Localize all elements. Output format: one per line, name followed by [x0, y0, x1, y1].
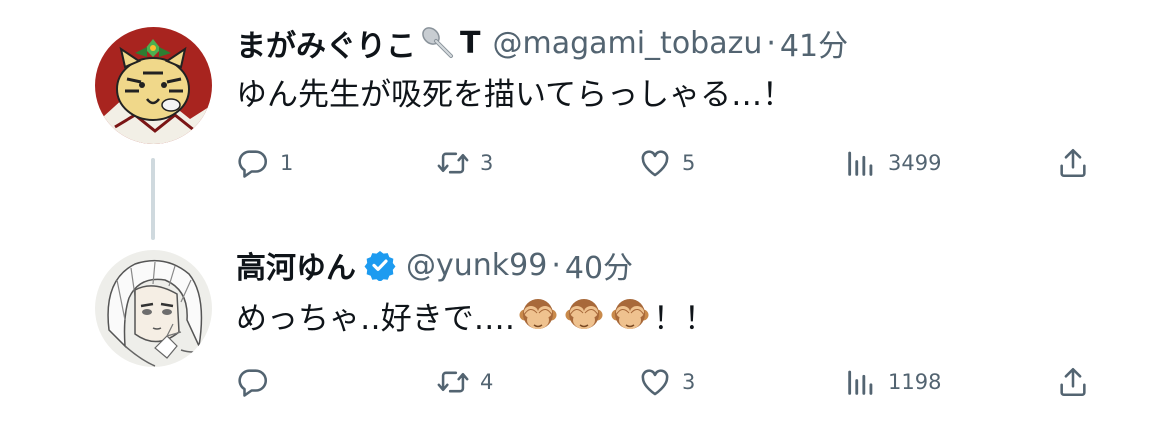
verified-badge-icon — [364, 251, 396, 281]
reply-count: 1 — [280, 151, 294, 175]
avatar[interactable] — [95, 250, 212, 367]
like-count: 3 — [682, 370, 696, 394]
separator-dot: · — [766, 25, 776, 61]
share-icon — [1060, 367, 1086, 397]
tweet-text-end: ！！ — [653, 301, 716, 337]
manga-character-avatar-image — [95, 250, 212, 367]
views-button[interactable]: 1198 — [844, 362, 941, 402]
bar-chart-icon — [848, 370, 873, 395]
see-no-evil-monkey-icon — [565, 299, 603, 329]
retweet-count: 4 — [480, 370, 494, 394]
heart-icon — [641, 369, 669, 396]
timestamp[interactable]: 40分 — [565, 243, 633, 287]
share-icon — [1060, 148, 1086, 178]
tweet-header: まがみぐりこ T @magami_tobazu · 41分 — [236, 21, 1127, 65]
tweet-action-bar: 1 3 5 3499 — [236, 143, 1091, 183]
retweet-count: 3 — [480, 151, 494, 175]
avatar[interactable] — [95, 27, 212, 144]
spoon-icon — [422, 27, 453, 58]
tweet-action-bar: 4 3 1198 — [236, 362, 1091, 402]
views-button[interactable]: 3499 — [844, 143, 941, 183]
like-count: 5 — [682, 151, 696, 175]
view-count: 3499 — [888, 151, 942, 175]
display-name-suffix: T — [460, 25, 481, 61]
reply-icon — [238, 369, 268, 397]
view-count: 1198 — [888, 370, 942, 394]
heart-icon — [641, 150, 669, 177]
user-handle[interactable]: @magami_tobazu — [492, 26, 762, 61]
reply-button[interactable]: 1 — [236, 143, 293, 183]
tweet-text-main: めっちゃ‥好きで‥‥ — [236, 301, 516, 337]
reply-button[interactable] — [236, 362, 280, 402]
tweet-text: めっちゃ‥好きで‥‥ ！！ — [236, 295, 1127, 341]
share-button[interactable] — [1056, 362, 1090, 402]
retweet-button[interactable]: 3 — [436, 143, 493, 183]
share-button[interactable] — [1056, 143, 1090, 183]
see-no-evil-monkey-icon — [611, 299, 649, 329]
display-name[interactable]: 高河ゆん — [236, 243, 356, 287]
thread-connector-line — [151, 158, 155, 240]
tweet-text: ゆん先生が吸死を描いてらっしゃる…！ — [236, 77, 794, 113]
user-handle[interactable]: @yunk99 — [406, 248, 547, 283]
retweet-button[interactable]: 4 — [436, 362, 493, 402]
see-no-evil-monkey-icon — [519, 299, 557, 329]
retweet-icon — [437, 371, 469, 393]
separator-dot: · — [551, 247, 561, 283]
reply-icon — [238, 150, 268, 178]
like-button[interactable]: 5 — [638, 143, 695, 183]
retweet-icon — [437, 152, 469, 174]
tweet-header: 高河ゆん @yunk99 · 40分 — [236, 243, 1127, 287]
tweet-body: 高河ゆん @yunk99 · 40分 めっちゃ‥好きで‥‥ ！！ — [236, 245, 1127, 341]
tweet-body: まがみぐりこ T @magami_tobazu · 41分 ゆん先生が吸死を描い… — [236, 23, 1127, 117]
timestamp[interactable]: 41分 — [780, 21, 848, 65]
bar-chart-icon — [848, 151, 873, 176]
tiger-cat-avatar-image — [95, 27, 212, 144]
like-button[interactable]: 3 — [638, 362, 695, 402]
display-name[interactable]: まがみぐりこ — [236, 21, 416, 65]
